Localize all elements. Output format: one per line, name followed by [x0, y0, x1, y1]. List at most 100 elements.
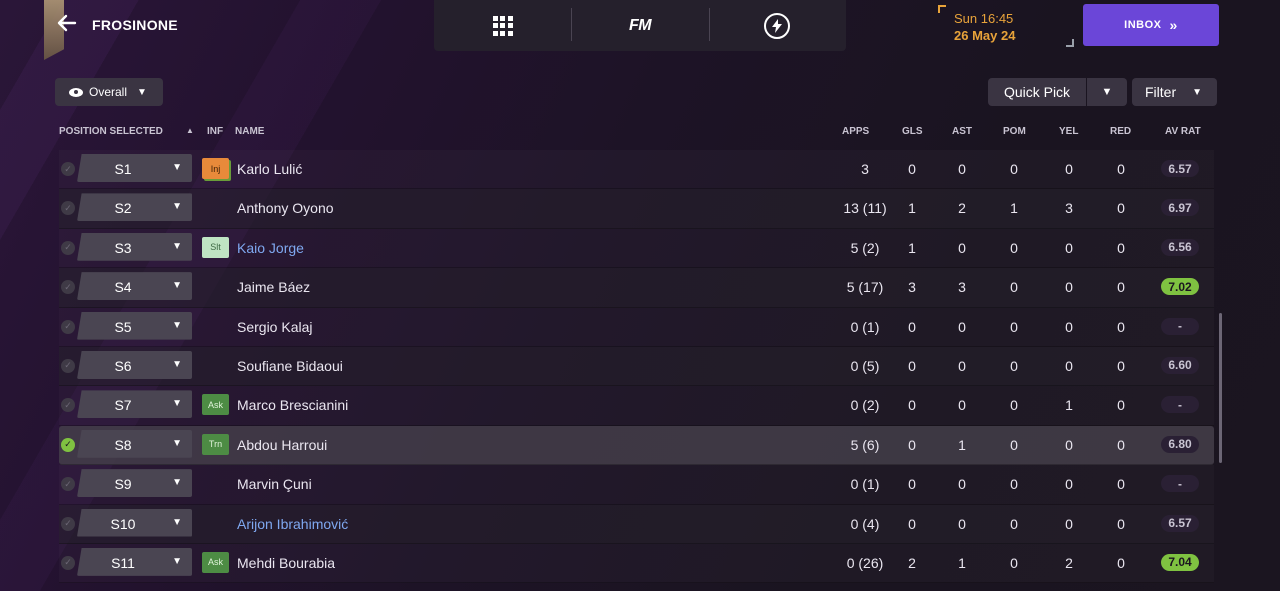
fm-home-button[interactable]: FM: [571, 0, 708, 51]
position-dropdown[interactable]: S11 ▼: [77, 547, 192, 576]
table-row[interactable]: ✓ S10 ▼ Arijon Ibrahimović 0 (4) 0 0 0 0 0 6.57: [59, 504, 1214, 544]
chevron-down-icon: ▼: [172, 516, 182, 528]
select-checkbox[interactable]: ✓: [61, 280, 75, 295]
table-row[interactable]: ✓ S7 ▼ Ask Marco Brescianini 0 (2) 0 0 0 1 0 -: [59, 386, 1214, 426]
info-badge[interactable]: Ask: [202, 551, 229, 573]
chevron-down-icon: ▼: [172, 555, 182, 567]
position-dropdown[interactable]: S1 ▼: [77, 154, 192, 182]
cell-red: 0: [1117, 357, 1125, 374]
select-checkbox[interactable]: ✓: [61, 358, 75, 373]
column-header-red[interactable]: RED: [1110, 126, 1131, 137]
position-label: S11: [111, 554, 135, 571]
cell-gls: 3: [908, 279, 916, 296]
chevron-down-icon: ▼: [172, 398, 182, 410]
cell-ast: 0: [958, 239, 966, 256]
average-rating: 6.97: [1161, 199, 1199, 217]
cell-gls: 0: [908, 161, 916, 177]
select-checkbox[interactable]: ✓: [61, 437, 75, 452]
table-row[interactable]: ✓ S3 ▼ Slt Kaio Jorge 5 (2) 1 0 0 0 0 6.56: [59, 229, 1214, 269]
select-checkbox[interactable]: ✓: [61, 516, 75, 531]
club-name[interactable]: FROSINONE: [92, 17, 178, 33]
inbox-button[interactable]: INBOX »: [1083, 4, 1219, 46]
column-header-gls[interactable]: GLS: [902, 126, 923, 137]
info-badge[interactable]: Slt: [202, 236, 229, 258]
player-name[interactable]: Sergio Kalaj: [237, 319, 313, 335]
player-name[interactable]: Anthony Oyono: [237, 200, 334, 216]
position-dropdown[interactable]: S5 ▼: [77, 311, 192, 340]
column-header-avrat[interactable]: AV RAT: [1165, 126, 1201, 137]
scrollbar[interactable]: [1219, 313, 1222, 463]
position-dropdown[interactable]: S10 ▼: [77, 508, 192, 537]
player-name[interactable]: Kaio Jorge: [237, 240, 304, 256]
column-header-pom[interactable]: POM: [1003, 126, 1026, 137]
info-badge[interactable]: Trn: [202, 433, 229, 455]
cell-ast: 1: [958, 554, 966, 571]
lightning-icon: [764, 12, 791, 39]
table-row[interactable]: ✓ S5 ▼ Sergio Kalaj 0 (1) 0 0 0 0 0 -: [59, 308, 1214, 347]
select-checkbox[interactable]: ✓: [61, 240, 75, 255]
column-header-apps[interactable]: APPS: [842, 126, 869, 137]
game-date[interactable]: Sun 16:45 26 May 24: [938, 5, 1074, 47]
average-rating: -: [1161, 317, 1199, 335]
column-header-position[interactable]: POSITION SELECTED: [59, 126, 163, 137]
chevron-down-icon: ▼: [137, 86, 147, 98]
quick-pick-button[interactable]: Quick Pick: [988, 78, 1086, 106]
table-row[interactable]: ✓ S11 ▼ Ask Mehdi Bourabia 0 (26) 2 1 0 2 0 7.04: [59, 544, 1214, 584]
table-row[interactable]: ✓ S6 ▼ Soufiane Bidaoui 0 (5) 0 0 0 0 0 6.60: [59, 346, 1214, 387]
position-dropdown[interactable]: S9 ▼: [77, 469, 192, 498]
select-checkbox[interactable]: ✓: [61, 555, 75, 570]
info-badge[interactable]: Inj: [202, 158, 229, 179]
position-dropdown[interactable]: S8 ▼: [77, 429, 192, 458]
table-row[interactable]: ✓ S9 ▼ Marvin Çuni 0 (1) 0 0 0 0 0 -: [59, 465, 1214, 505]
sort-ascending-icon[interactable]: ▲: [186, 126, 194, 135]
player-name[interactable]: Marvin Çuni: [237, 476, 312, 492]
cell-pom: 0: [1010, 357, 1018, 374]
select-checkbox[interactable]: ✓: [61, 201, 75, 216]
position-dropdown[interactable]: S6 ▼: [77, 350, 192, 379]
position-dropdown[interactable]: S2 ▼: [77, 193, 192, 222]
table-row[interactable]: ✓ S4 ▼ Jaime Báez 5 (17) 3 3 0 0 0 7.02: [59, 268, 1214, 308]
quick-actions-button[interactable]: [708, 0, 846, 51]
menu-grid-button[interactable]: [434, 0, 571, 51]
chevron-down-icon: ▼: [1192, 86, 1203, 98]
table-row[interactable]: ✓ S8 ▼ Trn Abdou Harroui 5 (6) 0 1 0 0 0 6.80: [59, 425, 1214, 466]
cell-pom: 1: [1010, 200, 1018, 217]
quick-pick-dropdown[interactable]: ▼: [1087, 78, 1127, 106]
average-rating: 6.80: [1161, 435, 1199, 453]
position-dropdown[interactable]: S7 ▼: [77, 390, 192, 419]
cell-apps: 0 (5): [850, 357, 880, 374]
player-name[interactable]: Soufiane Bidaoui: [237, 358, 343, 374]
eye-icon: [69, 87, 83, 97]
filter-button[interactable]: Filter ▼: [1132, 78, 1217, 106]
table-row[interactable]: ✓ S1 ▼ Inj Karlo Lulić 3 0 0 0 0 0 6.57: [59, 150, 1214, 190]
player-name[interactable]: Marco Brescianini: [237, 397, 348, 413]
table-row[interactable]: ✓ S2 ▼ Anthony Oyono 13 (11) 1 2 1 3 0 6.97: [59, 189, 1214, 229]
cell-gls: 0: [908, 476, 916, 493]
player-name[interactable]: Jaime Báez: [237, 279, 310, 295]
cell-apps: 0 (1): [850, 476, 880, 493]
select-checkbox[interactable]: ✓: [61, 398, 75, 413]
position-dropdown[interactable]: S3 ▼: [77, 232, 192, 261]
cell-pom: 0: [1010, 554, 1018, 571]
cell-pom: 0: [1010, 279, 1018, 296]
player-name[interactable]: Arijon Ibrahimović: [237, 516, 348, 532]
player-name[interactable]: Abdou Harroui: [237, 437, 327, 453]
player-name[interactable]: Karlo Lulić: [237, 161, 302, 177]
column-header-inf[interactable]: INF: [207, 126, 223, 137]
select-checkbox[interactable]: ✓: [61, 319, 75, 334]
back-button[interactable]: [56, 12, 80, 36]
view-selector[interactable]: Overall ▼: [55, 78, 163, 106]
cell-pom: 0: [1010, 161, 1018, 177]
player-name[interactable]: Mehdi Bourabia: [237, 555, 335, 571]
position-label: S6: [114, 357, 132, 374]
position-dropdown[interactable]: S4 ▼: [77, 272, 192, 301]
column-header-name[interactable]: NAME: [235, 126, 264, 137]
select-checkbox[interactable]: ✓: [61, 162, 75, 176]
cell-yel: 3: [1065, 200, 1073, 217]
select-checkbox[interactable]: ✓: [61, 477, 75, 492]
column-header-ast[interactable]: AST: [952, 126, 972, 137]
cell-gls: 0: [908, 436, 916, 453]
cell-apps: 5 (6): [850, 436, 880, 453]
column-header-yel[interactable]: YEL: [1059, 126, 1078, 137]
info-badge[interactable]: Ask: [202, 394, 229, 416]
